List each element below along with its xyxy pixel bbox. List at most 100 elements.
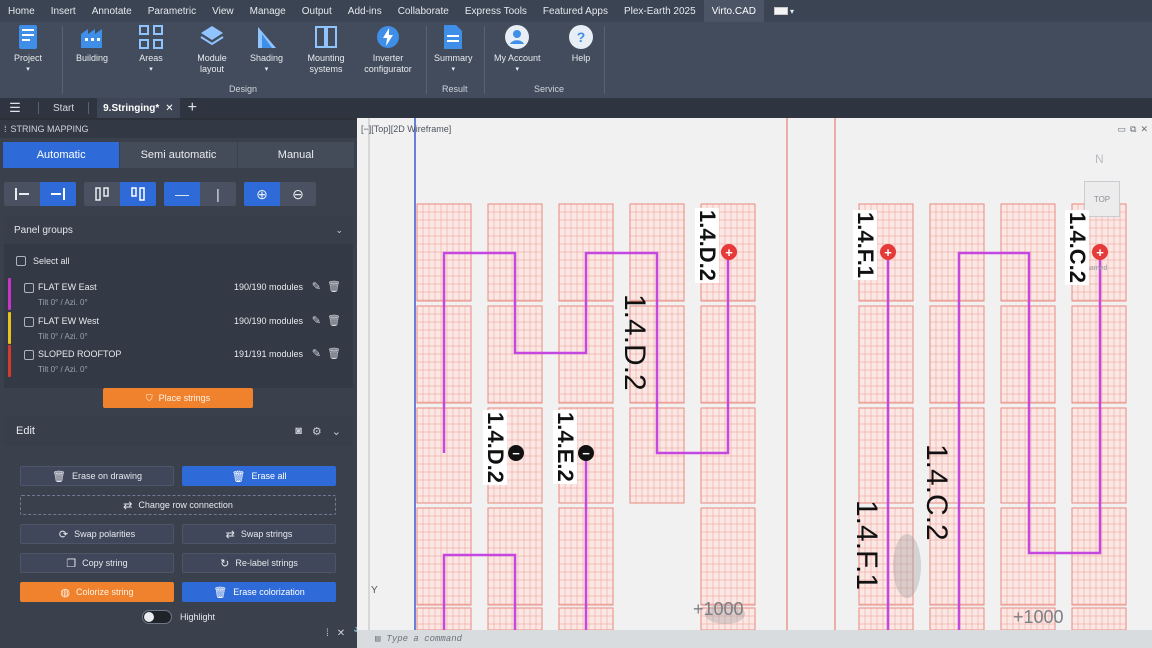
close-icon[interactable]: ✕ bbox=[337, 628, 345, 639]
string-label-large[interactable]: 1.4.F.1 bbox=[850, 500, 883, 590]
building-icon bbox=[79, 24, 105, 50]
areas-button[interactable]: Areas ▾ bbox=[138, 24, 164, 75]
align-left-icon[interactable] bbox=[4, 182, 40, 206]
close-icon[interactable]: ✕ bbox=[1140, 124, 1148, 135]
group-checkbox[interactable] bbox=[24, 317, 34, 327]
erase-all-button[interactable]: 🗑 Erase all bbox=[182, 466, 336, 486]
tab-semi-automatic[interactable]: Semi automatic bbox=[120, 142, 238, 168]
relabel-strings-button[interactable]: ↻ Re-label strings bbox=[182, 553, 336, 573]
group-label-result: Result bbox=[442, 84, 468, 94]
command-input[interactable]: Type a command bbox=[386, 634, 462, 644]
group-checkbox[interactable] bbox=[24, 350, 34, 360]
tab-stringing[interactable]: 9.Stringing* ✕ bbox=[97, 98, 180, 118]
edit-section-header[interactable]: Edit ◙ ⚙ ⌄ bbox=[4, 416, 353, 446]
swap-strings-button[interactable]: ⇄ Swap strings bbox=[182, 524, 336, 544]
negative-terminal-icon[interactable]: − bbox=[508, 445, 524, 461]
place-strings-button[interactable]: ⛉ Place strings bbox=[103, 388, 253, 408]
viewport-label[interactable]: [−][Top][2D Wireframe] bbox=[361, 124, 451, 134]
ribbon-tab-view[interactable]: View bbox=[204, 0, 242, 22]
string-label[interactable]: 1.4.D.2 bbox=[695, 208, 720, 283]
plus-circle-icon[interactable]: ⊕ bbox=[244, 182, 280, 206]
grip-icon[interactable]: ⁞ bbox=[4, 124, 7, 134]
shading-button[interactable]: Shading ▾ bbox=[250, 24, 283, 75]
tab-start[interactable]: Start bbox=[47, 98, 80, 118]
columns-down-icon[interactable] bbox=[120, 182, 156, 206]
minus-circle-icon[interactable]: ⊖ bbox=[280, 182, 316, 206]
add-tab-icon[interactable]: + bbox=[180, 99, 205, 117]
horizontal-line-icon[interactable]: — bbox=[164, 182, 200, 206]
tab-manual[interactable]: Manual bbox=[238, 142, 354, 168]
group-checkbox[interactable] bbox=[24, 283, 34, 293]
minimize-icon[interactable]: ▭ bbox=[1118, 124, 1127, 135]
areas-icon bbox=[138, 24, 164, 50]
restore-icon[interactable]: ⧉ bbox=[1130, 124, 1136, 135]
ribbon-tab-insert[interactable]: Insert bbox=[43, 0, 84, 22]
grip-icon[interactable]: ⁞ bbox=[326, 628, 329, 639]
ribbon-tab-express-tools[interactable]: Express Tools bbox=[457, 0, 535, 22]
trash-icon[interactable]: 🗑 bbox=[327, 347, 341, 360]
building-button[interactable]: Building bbox=[76, 24, 108, 64]
summary-button[interactable]: Summary ▾ bbox=[434, 24, 473, 75]
panel-groups-header[interactable]: Panel groups ⌄ bbox=[4, 216, 353, 244]
string-label[interactable]: 1.4.F.1 bbox=[853, 210, 878, 281]
edit-icon[interactable]: ✎ bbox=[312, 280, 321, 293]
tab-automatic[interactable]: Automatic bbox=[3, 142, 121, 168]
help-icon: ? bbox=[568, 24, 594, 50]
module-layout-button[interactable]: Module layout bbox=[192, 24, 232, 75]
divider bbox=[62, 26, 63, 94]
positive-terminal-icon[interactable]: + bbox=[1092, 244, 1108, 260]
string-label-large[interactable]: 1.4.D.2 bbox=[618, 294, 651, 391]
ribbon-tab-plex-earth-2025[interactable]: Plex-Earth 2025 bbox=[616, 0, 704, 22]
workspace-switcher[interactable]: ▾ bbox=[773, 0, 794, 22]
drawing-viewport[interactable]: [−][Top][2D Wireframe] ▭ ⧉ ✕ N TOP Unnam… bbox=[357, 118, 1152, 630]
camera-icon[interactable]: ◙ bbox=[295, 425, 302, 438]
highlight-toggle[interactable] bbox=[142, 610, 172, 624]
colorize-string-button[interactable]: ◍ Colorize string bbox=[20, 582, 174, 602]
select-all-checkbox[interactable] bbox=[16, 256, 26, 266]
ribbon-tab-virto-cad[interactable]: Virto.CAD bbox=[703, 0, 764, 22]
erase-colorization-button[interactable]: 🗑 Erase colorization bbox=[182, 582, 336, 602]
panel-group-flat-ew-west: FLAT EW West Tilt 0° / Azi. 0° 190/190 m… bbox=[8, 312, 353, 344]
command-line[interactable]: ▤ Type a command bbox=[357, 630, 1152, 648]
positive-terminal-icon[interactable]: + bbox=[880, 244, 896, 260]
edit-icon[interactable]: ✎ bbox=[312, 347, 321, 360]
columns-up-icon[interactable] bbox=[84, 182, 120, 206]
string-label[interactable]: 1.4.C.2 bbox=[1065, 210, 1090, 285]
group-label-design: Design bbox=[229, 84, 258, 94]
ribbon-tab-annotate[interactable]: Annotate bbox=[84, 0, 140, 22]
copy-string-button[interactable]: ❐ Copy string bbox=[20, 553, 174, 573]
ribbon-tab-add-ins[interactable]: Add-ins bbox=[340, 0, 390, 22]
string-label-large[interactable]: 1.4.C.2 bbox=[920, 444, 953, 541]
chevron-down-icon[interactable]: ⌄ bbox=[335, 225, 343, 236]
chevron-down-icon[interactable]: ⌄ bbox=[332, 425, 341, 438]
ribbon-tab-featured-apps[interactable]: Featured Apps bbox=[535, 0, 616, 22]
highlight-toggle-row: Highlight bbox=[142, 610, 215, 624]
edit-icon[interactable]: ✎ bbox=[312, 314, 321, 327]
negative-terminal-icon[interactable]: − bbox=[578, 445, 594, 461]
ribbon-tab-home[interactable]: Home bbox=[0, 0, 43, 22]
string-label[interactable]: 1.4.D.2 bbox=[483, 410, 508, 485]
select-all[interactable]: Select all bbox=[16, 256, 70, 266]
positive-terminal-icon[interactable]: + bbox=[721, 244, 737, 260]
project-button[interactable]: Project ▾ bbox=[14, 24, 42, 75]
help-button[interactable]: ? Help bbox=[568, 24, 594, 64]
mounting-systems-button[interactable]: Mounting systems bbox=[304, 24, 348, 75]
gear-icon[interactable]: ⚙ bbox=[312, 425, 322, 438]
ribbon-tab-parametric[interactable]: Parametric bbox=[140, 0, 204, 22]
ribbon-tab-collaborate[interactable]: Collaborate bbox=[390, 0, 457, 22]
change-row-connection-button[interactable]: ⇄ Change row connection bbox=[20, 495, 336, 515]
my-account-button[interactable]: My Account ▾ bbox=[494, 24, 541, 75]
close-icon[interactable]: ✕ bbox=[165, 103, 173, 114]
erase-on-drawing-button[interactable]: 🗑 Erase on drawing bbox=[20, 466, 174, 486]
drawing-canvas[interactable] bbox=[357, 118, 1152, 630]
inverter-configurator-button[interactable]: Inverter configurator bbox=[360, 24, 416, 75]
trash-icon[interactable]: 🗑 bbox=[327, 280, 341, 293]
vertical-line-icon[interactable]: | bbox=[200, 182, 236, 206]
align-right-icon[interactable] bbox=[40, 182, 76, 206]
ribbon-tab-manage[interactable]: Manage bbox=[242, 0, 294, 22]
ribbon-tab-output[interactable]: Output bbox=[294, 0, 340, 22]
trash-icon[interactable]: 🗑 bbox=[327, 314, 341, 327]
swap-polarities-button[interactable]: ⟳ Swap polarities bbox=[20, 524, 174, 544]
menu-icon[interactable]: ☰ bbox=[0, 100, 30, 116]
string-label[interactable]: 1.4.E.2 bbox=[553, 410, 578, 484]
